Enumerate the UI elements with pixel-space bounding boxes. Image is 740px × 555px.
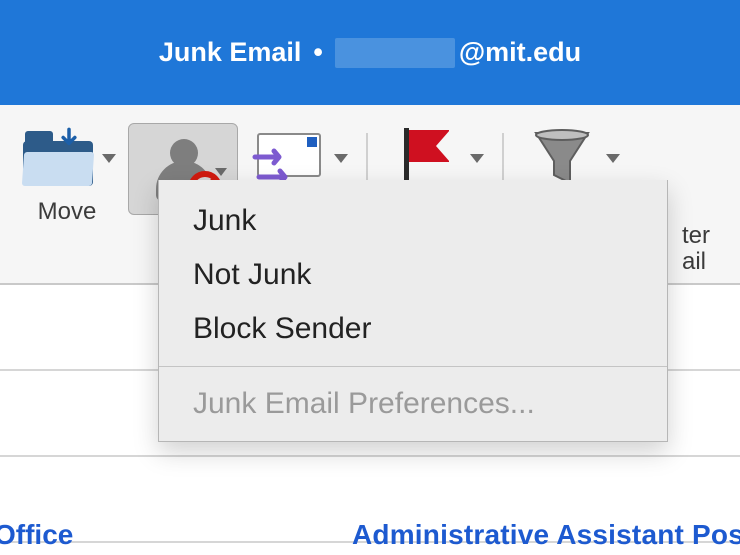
menu-item-junk-preferences: Junk Email Preferences...	[159, 377, 667, 431]
bottom-labels: Office Administrative Assistant Pos	[0, 507, 740, 551]
window-titlebar: Junk Email • @mit.edu	[0, 0, 740, 105]
chevron-down-icon[interactable]	[215, 168, 227, 176]
menu-item-junk[interactable]: Junk	[159, 194, 667, 248]
chevron-down-icon[interactable]	[606, 154, 620, 163]
title-separator: •	[313, 37, 322, 68]
rules-icon	[251, 129, 329, 187]
folder-name: Junk Email	[159, 37, 302, 68]
filter-label-partial: ter ail	[682, 223, 740, 276]
chevron-down-icon[interactable]	[102, 154, 116, 163]
app-root: Junk Email • @mit.edu Move	[0, 0, 740, 555]
move-button[interactable]	[18, 123, 98, 193]
folder-label-partial[interactable]: Office	[0, 519, 73, 551]
filter-label-line1: ter	[682, 223, 740, 249]
email-domain: @mit.edu	[459, 37, 581, 68]
junk-dropdown-menu: Junk Not Junk Block Sender Junk Email Pr…	[158, 180, 668, 442]
folder-move-icon	[23, 131, 93, 186]
menu-separator	[159, 366, 667, 367]
chevron-down-icon[interactable]	[470, 154, 484, 163]
move-group: Move	[18, 123, 116, 225]
chevron-down-icon[interactable]	[334, 154, 348, 163]
email-user-redacted	[335, 38, 455, 68]
menu-item-not-junk[interactable]: Not Junk	[159, 248, 667, 302]
move-label: Move	[38, 199, 97, 225]
menu-item-block-sender[interactable]: Block Sender	[159, 302, 667, 356]
message-subject-partial[interactable]: Administrative Assistant Pos	[352, 519, 740, 551]
filter-label-line2: ail	[682, 249, 740, 275]
